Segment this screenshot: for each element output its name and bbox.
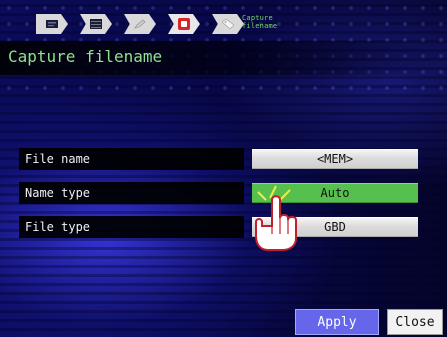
tag-icon bbox=[222, 19, 234, 29]
close-button[interactable]: Close bbox=[387, 309, 443, 335]
capture-filename-screen: Capture filename Capture filename File n… bbox=[0, 0, 447, 337]
file-name-field[interactable]: <MEM> bbox=[252, 149, 418, 169]
apply-button[interactable]: Apply bbox=[295, 309, 379, 335]
title-bar: Capture filename bbox=[0, 41, 447, 75]
file-type-label: File type bbox=[19, 216, 244, 238]
page-title: Capture filename bbox=[8, 47, 163, 66]
file-name-label: File name bbox=[19, 148, 244, 170]
list-icon bbox=[90, 19, 102, 29]
pen-icon bbox=[134, 19, 146, 29]
tab-title: Capture filename bbox=[242, 14, 278, 30]
record-icon bbox=[178, 18, 190, 30]
keyboard-icon bbox=[46, 20, 58, 28]
touch-pointer-icon bbox=[255, 185, 297, 251]
name-type-label: Name type bbox=[19, 182, 244, 204]
